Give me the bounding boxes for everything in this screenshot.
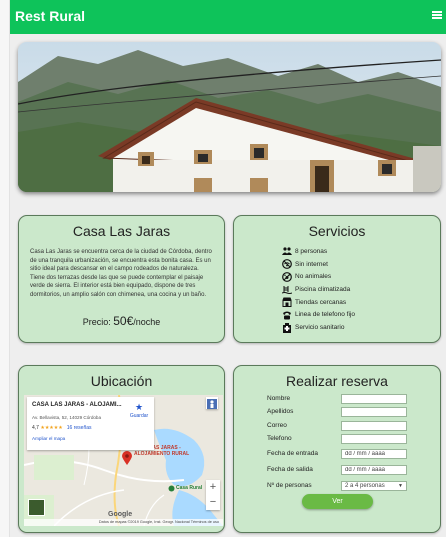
surname-label: Apellidos: [267, 408, 294, 415]
hero-image: [18, 42, 441, 192]
surname-row: Apellidos: [267, 407, 446, 417]
checkin-label: Fecha de entrada: [267, 450, 318, 457]
phone-field[interactable]: [341, 434, 407, 444]
booking-title: Realizar reserva: [286, 373, 388, 389]
secondary-marker-icon: [168, 485, 175, 492]
brand-logo[interactable]: Rest Rural: [15, 8, 85, 24]
place-info-card: CASA LAS JARAS - ALOJAMI... Av. Bellavis…: [27, 397, 154, 450]
zoom-controls: + −: [206, 480, 220, 510]
enlarge-map-link[interactable]: Ampliar el mapa: [32, 436, 65, 441]
name-row: Nombre: [267, 394, 446, 404]
people-icon: [282, 247, 292, 257]
phone-label: Telefono: [267, 435, 292, 442]
description-card: Casa Las Jaras Casa Las Jaras se encuent…: [18, 215, 225, 343]
street-view-icon[interactable]: [206, 397, 218, 409]
services-title: Servicios: [308, 223, 366, 239]
dropdown-arrow-icon: ▼: [398, 483, 403, 489]
no-wifi-icon: [282, 259, 292, 270]
service-item: Servicio sanitario: [282, 322, 355, 333]
checkout-date-field[interactable]: [341, 465, 407, 475]
service-label: 8 personas: [295, 248, 328, 255]
persons-selected: 2 a 4 personas: [345, 483, 385, 489]
house-photo: [18, 42, 441, 192]
navbar: Rest Rural: [10, 0, 446, 34]
zoom-in-button[interactable]: +: [206, 480, 220, 495]
service-item: Linea de telefono fijo: [282, 309, 355, 320]
name-field[interactable]: [341, 394, 407, 404]
service-label: No animales: [295, 273, 332, 281]
save-label: Guardar: [129, 413, 149, 419]
place-name: CASA LAS JARAS - ALOJAMI...: [32, 402, 122, 408]
map-attribution: Datos de mapas ©2019 Google, Inst. Geogr…: [24, 519, 223, 526]
zoom-out-button[interactable]: −: [206, 495, 220, 510]
star-icon: ★★★★★: [40, 425, 63, 431]
persons-select[interactable]: 2 a 4 personas ▼: [341, 481, 407, 491]
price-label: Precio:: [82, 316, 114, 327]
email-row: Correo: [267, 421, 446, 431]
phone-row: Telefono: [267, 434, 446, 444]
house-description: Casa Las Jaras se encuentra cerca de la …: [30, 249, 212, 298]
house-title: Casa Las Jaras: [72, 223, 171, 239]
service-label: Tiendas cercanas: [295, 298, 347, 306]
price: Precio: 50€/noche: [19, 314, 224, 328]
submit-button[interactable]: Ver: [302, 494, 373, 509]
service-item: No animales: [282, 271, 355, 282]
service-item: Sin internet: [282, 259, 355, 270]
page: Rest Rural Casa Las Jaras Casa Las Jaras…: [0, 0, 446, 537]
service-label: Sin internet: [295, 260, 328, 268]
place-rating: 4,7 ★★★★★ 16 reseñas: [32, 425, 92, 431]
service-label: Servicio sanitario: [295, 324, 345, 332]
satellite-toggle[interactable]: [28, 499, 45, 516]
service-item: Tiendas cercanas: [282, 297, 355, 308]
checkin-row: Fecha de entrada: [267, 449, 446, 459]
services-card: Servicios 8 personas Sin internet No ani…: [233, 215, 441, 343]
menu-icon[interactable]: [432, 11, 442, 19]
checkin-date-field[interactable]: [341, 449, 407, 459]
no-pets-icon: [282, 271, 292, 282]
secondary-marker-label: Casa Rural: [176, 485, 203, 491]
reviews-link[interactable]: 16 reseñas: [67, 425, 92, 431]
shop-icon: [282, 297, 292, 308]
persons-label: Nº de personas: [267, 482, 312, 489]
google-logo: Google: [108, 511, 133, 518]
hospital-icon: [282, 322, 292, 333]
email-label: Correo: [267, 422, 287, 429]
location-title: Ubicación: [90, 373, 153, 389]
save-star-icon: ★: [134, 402, 144, 412]
service-label: Piscina climatizada: [295, 286, 351, 294]
price-unit: /noche: [133, 316, 161, 327]
google-map[interactable]: CASA LAS JARAS - ALOJAMIENTO RURAL Casa R…: [24, 395, 223, 526]
service-item: 8 personas: [282, 246, 355, 257]
checkout-row: Fecha de salida: [267, 465, 446, 475]
place-address: Av. Bellavista, 52, 14029 Córdoba: [32, 415, 102, 420]
persons-row: Nº de personas 2 a 4 personas ▼: [267, 481, 446, 491]
surname-field[interactable]: [341, 407, 407, 417]
service-label: Linea de telefono fijo: [295, 311, 355, 319]
pool-icon: [282, 285, 292, 295]
left-gutter: [0, 0, 10, 537]
checkout-label: Fecha de salida: [267, 466, 313, 473]
booking-card: Realizar reserva Nombre Apellidos Correo…: [233, 365, 441, 533]
phone-icon: [282, 310, 292, 320]
price-amount: 50€: [113, 313, 134, 328]
save-button[interactable]: ★ Guardar: [127, 402, 151, 419]
map-marker-icon[interactable]: [122, 451, 132, 465]
name-label: Nombre: [267, 395, 291, 402]
location-card: Ubicación CASA LAS JARAS - ALOJAMIENTO RU…: [18, 365, 225, 533]
service-item: Piscina climatizada: [282, 284, 355, 295]
email-field[interactable]: [341, 421, 407, 431]
services-list: 8 personas Sin internet No animales Pisc…: [282, 246, 355, 335]
